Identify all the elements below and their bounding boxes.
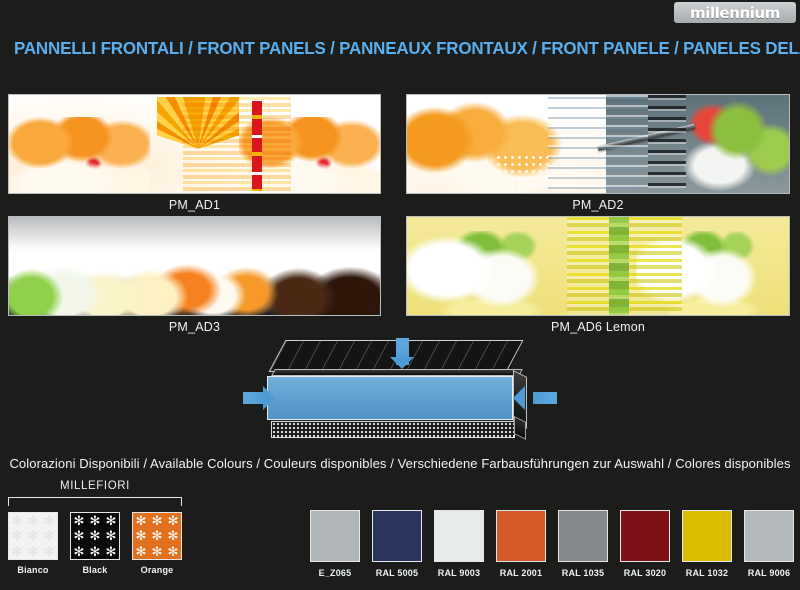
millefiori-pattern-orange: ✻ ✻ ✻ ✻ ✻ ✻ ✻ ✻ ✻: [135, 513, 179, 559]
ral-label-ral-1032: RAL 1032: [685, 568, 729, 578]
panel-caption-pm-ad6: PM_AD6 Lemon: [550, 320, 646, 334]
millefiori-group: MILLEFIORI ✻ ✻ ✻ ✻ ✻ ✻ ✻ ✻ ✻ Bianco ✻ ✻ ✻ ✻ ✻ ✻ ✻ ✻…: [0, 480, 200, 588]
ral-swatch-ral-1032[interactable]: RAL 1032: [682, 510, 732, 578]
panel-caption-pm-ad2: PM_AD2: [572, 198, 624, 212]
millefiori-pattern-black: ✻ ✻ ✻ ✻ ✻ ✻ ✻ ✻ ✻: [73, 513, 117, 559]
ral-swatch-ral-2001[interactable]: RAL 2001: [496, 510, 546, 578]
panel-image-pm-ad6: [406, 216, 790, 316]
millefiori-swatch-list: ✻ ✻ ✻ ✻ ✻ ✻ ✻ ✻ ✻ Bianco ✻ ✻ ✻ ✻ ✻ ✻ ✻ ✻ ✻ Black ✻ ✻ ✻: [8, 512, 182, 575]
panel-card-pm-ad6[interactable]: PM_AD6 Lemon: [406, 216, 790, 334]
ral-chip-ral-5005[interactable]: [372, 510, 422, 562]
brand-logo: millennium: [674, 2, 796, 23]
panel-card-pm-ad1[interactable]: PM_AD1: [8, 94, 381, 212]
ral-swatch-ral-9006[interactable]: RAL 9006: [744, 510, 794, 578]
ral-chip-ral-9003[interactable]: [434, 510, 484, 562]
arrow-down-icon: [390, 338, 414, 369]
ral-swatch-ral-3020[interactable]: RAL 3020: [620, 510, 670, 578]
page-title: PANNELLI FRONTALI / FRONT PANELS / PANNE…: [14, 38, 800, 58]
ral-label-ral-1035: RAL 1035: [561, 568, 605, 578]
ral-swatch-e-z065[interactable]: E_Z065: [310, 510, 360, 578]
ral-label-e-z065: E_Z065: [318, 568, 352, 578]
display-case-diagram: [243, 338, 557, 448]
millefiori-pattern-bianco: ✻ ✻ ✻ ✻ ✻ ✻ ✻ ✻ ✻: [11, 513, 55, 559]
ral-chip-ral-3020[interactable]: [620, 510, 670, 562]
case-grille: [271, 421, 515, 438]
millefiori-swatch-black[interactable]: ✻ ✻ ✻ ✻ ✻ ✻ ✻ ✻ ✻ Black: [70, 512, 120, 575]
case-top-lip: [271, 369, 523, 376]
case-front-panel: [267, 376, 513, 420]
panel-caption-pm-ad3: PM_AD3: [168, 320, 221, 334]
ral-chip-ral-2001[interactable]: [496, 510, 546, 562]
panel-image-pm-ad1: [8, 94, 381, 194]
panel-image-pm-ad2: [406, 94, 790, 194]
ral-chip-ral-1035[interactable]: [558, 510, 608, 562]
arrow-right-pointing-left-icon: [243, 386, 275, 410]
ral-swatch-ral-9003[interactable]: RAL 9003: [434, 510, 484, 578]
millefiori-bracket: [8, 497, 182, 506]
ral-swatch-ral-1035[interactable]: RAL 1035: [558, 510, 608, 578]
ral-swatch-list: E_Z065 RAL 5005 RAL 9003 RAL 2001 RAL 10…: [310, 510, 794, 578]
panel-caption-pm-ad1: PM_AD1: [168, 198, 221, 212]
millefiori-chip-bianco[interactable]: ✻ ✻ ✻ ✻ ✻ ✻ ✻ ✻ ✻: [8, 512, 58, 560]
millefiori-label-bianco: Bianco: [17, 565, 49, 575]
millefiori-swatch-orange[interactable]: ✻ ✻ ✻ ✻ ✻ ✻ ✻ ✻ ✻ Orange: [132, 512, 182, 575]
millefiori-swatch-bianco[interactable]: ✻ ✻ ✻ ✻ ✻ ✻ ✻ ✻ ✻ Bianco: [8, 512, 58, 575]
ral-label-ral-9003: RAL 9003: [437, 568, 481, 578]
ral-label-ral-2001: RAL 2001: [499, 568, 543, 578]
ral-chip-ral-9006[interactable]: [744, 510, 794, 562]
arrow-left-pointing-right-icon: [513, 386, 557, 410]
panel-image-pm-ad3: [8, 216, 381, 316]
panel-card-pm-ad3[interactable]: PM_AD3: [8, 216, 381, 334]
ral-label-ral-3020: RAL 3020: [623, 568, 667, 578]
panel-card-pm-ad2[interactable]: PM_AD2: [406, 94, 790, 212]
ral-label-ral-5005: RAL 5005: [375, 568, 419, 578]
ral-swatch-ral-5005[interactable]: RAL 5005: [372, 510, 422, 578]
millefiori-chip-black[interactable]: ✻ ✻ ✻ ✻ ✻ ✻ ✻ ✻ ✻: [70, 512, 120, 560]
ral-label-ral-9006: RAL 9006: [747, 568, 791, 578]
ral-chip-e-z065[interactable]: [310, 510, 360, 562]
millefiori-label-black: Black: [82, 565, 108, 575]
brand-logo-text: millennium: [689, 3, 781, 22]
available-colours-heading: Colorazioni Disponibili / Available Colo…: [9, 456, 791, 471]
millefiori-title: MILLEFIORI: [60, 480, 130, 492]
ral-chip-ral-1032[interactable]: [682, 510, 732, 562]
millefiori-label-orange: Orange: [140, 565, 174, 575]
millefiori-chip-orange[interactable]: ✻ ✻ ✻ ✻ ✻ ✻ ✻ ✻ ✻: [132, 512, 182, 560]
